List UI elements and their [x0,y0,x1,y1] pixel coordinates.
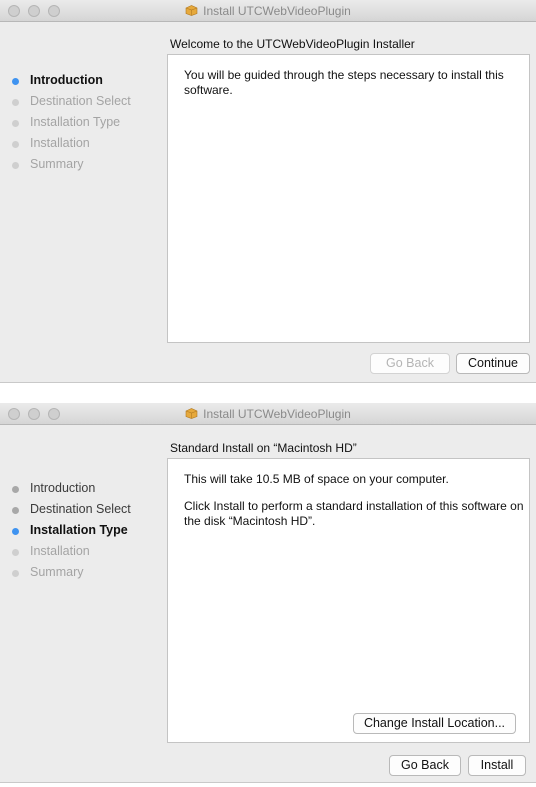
installer-window-introduction: Install UTCWebVideoPlugin Introduction D… [0,0,536,383]
go-back-button[interactable]: Go Back [389,755,461,776]
step-introduction: Introduction [12,481,96,495]
step-summary: Summary [12,157,84,171]
go-back-button[interactable]: Go Back [370,353,450,374]
step-label: Installation [30,544,90,558]
step-indicator-dot [12,78,19,85]
step-destination-select: Destination Select [12,502,131,516]
step-summary: Summary [12,565,84,579]
step-label: Introduction [30,481,96,495]
step-label: Installation [30,136,90,150]
continue-button[interactable]: Continue [456,353,530,374]
pane-title: Standard Install on “Macintosh HD” [170,441,357,455]
step-label: Summary [30,157,84,171]
install-instructions-text: Click Install to perform a standard inst… [184,499,524,528]
step-indicator-dot [12,486,19,493]
content-pane: You will be guided through the steps nec… [167,54,530,343]
title-bar[interactable]: Install UTCWebVideoPlugin [0,403,536,425]
window-title-text: Install UTCWebVideoPlugin [203,407,351,421]
step-label: Destination Select [30,94,131,108]
step-label: Summary [30,565,84,579]
change-install-location-button[interactable]: Change Install Location... [353,713,516,734]
step-destination-select: Destination Select [12,94,131,108]
step-installation-type: Installation Type [12,523,128,537]
step-installation: Installation [12,136,90,150]
install-button[interactable]: Install [468,755,526,776]
step-indicator-dot [12,570,19,577]
step-indicator-dot [12,549,19,556]
space-required-text: This will take 10.5 MB of space on your … [184,472,449,486]
step-label: Installation Type [30,115,121,129]
step-indicator-dot [12,507,19,514]
steps-sidebar: Introduction Destination Select Installa… [0,425,166,782]
window-title: Install UTCWebVideoPlugin [0,407,536,421]
step-installation-type: Installation Type [12,115,121,129]
step-indicator-dot [12,141,19,148]
package-icon [185,5,198,16]
step-label: Destination Select [30,502,131,516]
step-label: Installation Type [30,523,128,537]
title-bar[interactable]: Install UTCWebVideoPlugin [0,0,536,22]
step-indicator-dot [12,99,19,106]
window-title-text: Install UTCWebVideoPlugin [203,4,351,18]
installer-window-installation-type: Install UTCWebVideoPlugin Introduction D… [0,403,536,783]
step-introduction: Introduction [12,73,103,87]
package-icon [185,408,198,419]
step-indicator-dot [12,528,19,535]
step-installation: Installation [12,544,90,558]
step-label: Introduction [30,73,103,87]
step-indicator-dot [12,162,19,169]
intro-text: You will be guided through the steps nec… [184,68,504,97]
step-indicator-dot [12,120,19,127]
content-pane: This will take 10.5 MB of space on your … [167,458,530,743]
pane-title: Welcome to the UTCWebVideoPlugin Install… [170,37,415,51]
steps-sidebar: Introduction Destination Select Installa… [0,22,166,382]
window-title: Install UTCWebVideoPlugin [0,4,536,18]
